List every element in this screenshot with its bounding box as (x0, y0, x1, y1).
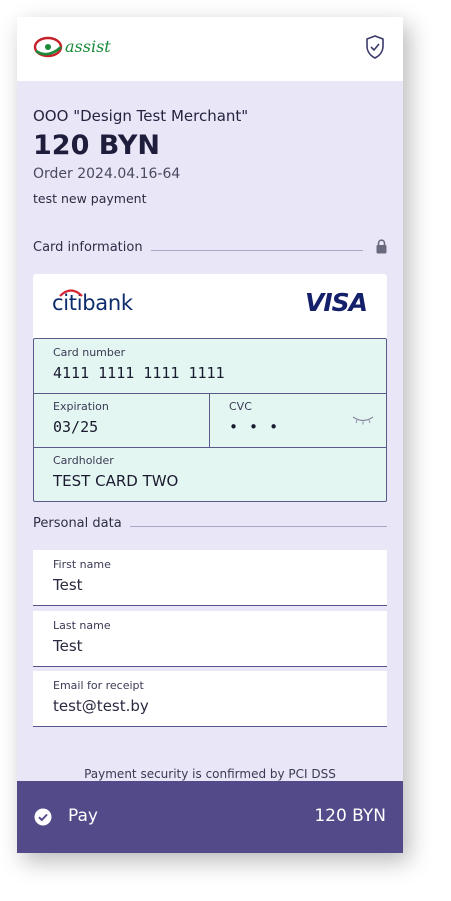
card-fields: Card number 4111 1111 1111 1111 Expirati… (33, 338, 387, 502)
pci-notice: Payment security is confirmed by PCI DSS (84, 767, 336, 781)
last-name-input[interactable]: Test (53, 637, 83, 655)
first-name-label: First name (53, 558, 111, 571)
logo-text: assist (65, 37, 111, 56)
header-bar: assist (17, 17, 403, 81)
cardholder-input[interactable]: TEST CARD TWO (53, 472, 178, 490)
email-input[interactable]: test@test.by (53, 697, 149, 715)
expiration-label: Expiration (53, 400, 109, 413)
email-label: Email for receipt (53, 679, 144, 692)
check-circle-icon (34, 808, 52, 826)
pay-label: Pay (68, 806, 98, 826)
card-section-title: Card information (33, 240, 151, 255)
pay-amount: 120 BYN (314, 806, 386, 826)
assist-logo-icon (33, 36, 63, 58)
card-number-field[interactable]: Card number 4111 1111 1111 1111 (34, 339, 386, 393)
payment-amount: 120 BYN (33, 130, 161, 161)
card-number-input[interactable]: 4111 1111 1111 1111 (53, 364, 225, 382)
email-field[interactable]: Email for receipt test@test.by (33, 671, 387, 727)
citi-arc-icon (59, 289, 83, 297)
payment-description: test new payment (33, 191, 147, 206)
personal-section-title: Personal data (33, 516, 130, 531)
cvc-field[interactable]: CVC • • • (210, 393, 386, 447)
cardholder-field[interactable]: Cardholder TEST CARD TWO (34, 447, 386, 501)
expiration-input[interactable]: 03/25 (53, 418, 98, 436)
assist-logo: assist (33, 33, 123, 63)
order-number: Order 2024.04.16-64 (33, 166, 181, 182)
merchant-name: OOO "Design Test Merchant" (33, 107, 249, 125)
lock-icon (376, 239, 387, 254)
bank-logo: citibank (52, 289, 133, 315)
last-name-label: Last name (53, 619, 111, 632)
card-panel: citibank VISA Card number 4111 1111 1111… (33, 274, 387, 502)
eye-closed-icon[interactable] (352, 415, 374, 425)
pay-button[interactable]: Pay 120 BYN (17, 781, 403, 853)
card-number-label: Card number (53, 346, 126, 359)
first-name-input[interactable]: Test (53, 576, 83, 594)
cardholder-label: Cardholder (53, 454, 114, 467)
visa-logo: VISA (304, 288, 368, 317)
cvc-input[interactable]: • • • (229, 418, 279, 436)
last-name-field[interactable]: Last name Test (33, 611, 387, 667)
expiration-field[interactable]: Expiration 03/25 (34, 393, 209, 447)
payment-form: assist OOO "Design Test Merchant" 120 BY… (17, 17, 403, 853)
shield-check-icon[interactable] (365, 35, 385, 59)
cvc-label: CVC (229, 400, 252, 413)
first-name-field[interactable]: First name Test (33, 550, 387, 606)
